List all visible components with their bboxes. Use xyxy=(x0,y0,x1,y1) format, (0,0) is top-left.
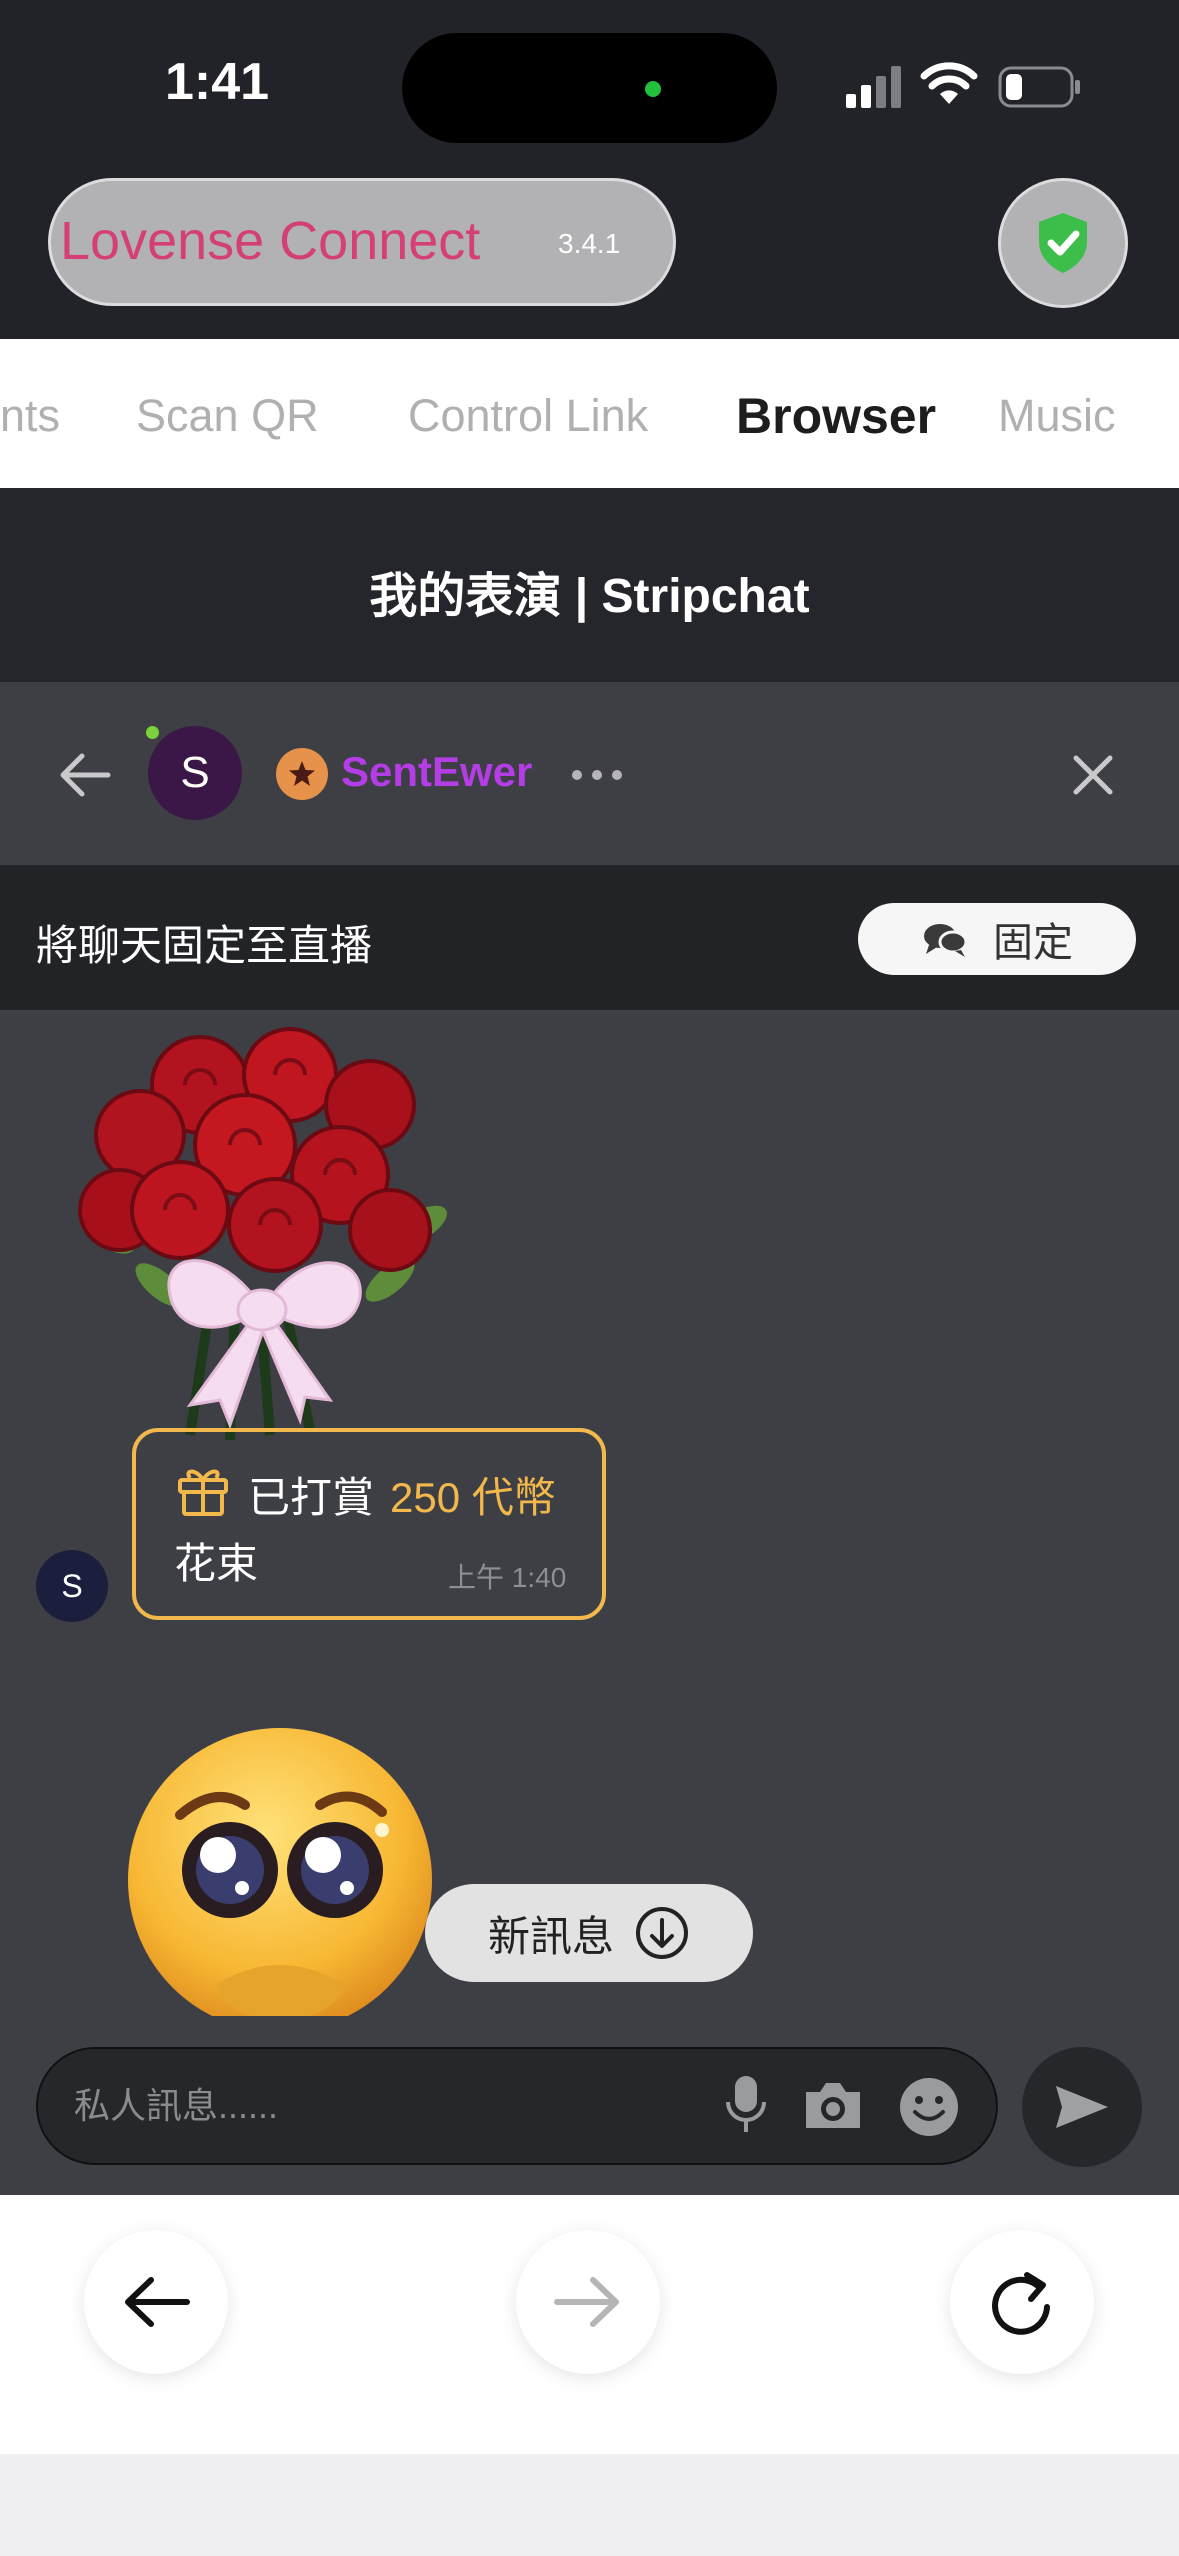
tab-browser[interactable]: Browser xyxy=(736,387,936,445)
chat-username[interactable]: SentEwer xyxy=(341,748,532,796)
tab-control-link[interactable]: Control Link xyxy=(408,390,648,442)
gift-icon xyxy=(178,1469,228,1516)
nav-forward-icon xyxy=(554,2277,619,2327)
send-button[interactable] xyxy=(1022,2047,1142,2167)
camera-indicator-dot xyxy=(645,81,661,97)
rose-bouquet-sticker xyxy=(78,1027,447,1441)
status-time: 1:41 xyxy=(165,53,270,111)
pin-chat-text: 將聊天固定至直播 xyxy=(36,922,373,969)
arrow-down-circle-icon xyxy=(636,1907,688,1959)
reload-button[interactable] xyxy=(950,2230,1094,2374)
app-name: Lovense Connect xyxy=(60,211,481,271)
new-messages-button[interactable]: 新訊息 xyxy=(425,1884,753,1982)
reload-icon xyxy=(992,2272,1050,2335)
shield-check-icon xyxy=(1039,213,1087,273)
nav-back-icon xyxy=(125,2277,190,2327)
sender-avatar[interactable]: S xyxy=(36,1550,108,1622)
pin-button-label: 固定 xyxy=(993,921,1073,965)
star-badge-icon xyxy=(276,748,328,800)
chat-pin-icon xyxy=(924,924,968,957)
gift-item-name: 花束 xyxy=(174,1540,259,1587)
new-messages-label: 新訊息 xyxy=(487,1912,614,1960)
cellular-signal-icon xyxy=(846,66,901,108)
close-icon[interactable] xyxy=(1072,754,1114,796)
nav-forward-button[interactable] xyxy=(516,2230,660,2374)
user-avatar[interactable]: S xyxy=(148,726,242,820)
private-message-input[interactable] xyxy=(72,2075,696,2137)
battery-icon xyxy=(998,66,1080,108)
tab-events[interactable]: nts xyxy=(0,390,60,442)
camera-icon[interactable] xyxy=(802,2078,864,2132)
nav-back-button[interactable] xyxy=(84,2230,228,2374)
gift-amount: 250 代幣 xyxy=(390,1474,556,1521)
gift-timestamp: 上午 1:40 xyxy=(448,1562,567,1593)
security-button[interactable] xyxy=(998,178,1128,308)
wifi-icon xyxy=(920,62,978,104)
emoji-icon[interactable] xyxy=(898,2076,960,2138)
pleading-face-emoji xyxy=(120,1720,440,2016)
back-arrow-icon[interactable] xyxy=(58,752,112,798)
page-title: 我的表演 | Stripchat xyxy=(369,570,810,623)
more-icon[interactable] xyxy=(570,768,624,782)
send-icon xyxy=(1056,2086,1108,2128)
tab-scan-qr[interactable]: Scan QR xyxy=(136,390,319,442)
mic-icon[interactable] xyxy=(725,2074,767,2136)
app-version: 3.4.1 xyxy=(558,228,621,259)
online-indicator xyxy=(146,726,159,739)
tab-bar: nts Scan QR Control Link Browser Music xyxy=(0,339,1179,488)
tab-music[interactable]: Music xyxy=(998,390,1116,442)
dynamic-island xyxy=(402,33,777,143)
home-indicator-area xyxy=(0,2454,1179,2556)
gift-prefix: 已打賞 xyxy=(248,1474,375,1521)
pin-button[interactable]: 固定 xyxy=(858,903,1136,975)
